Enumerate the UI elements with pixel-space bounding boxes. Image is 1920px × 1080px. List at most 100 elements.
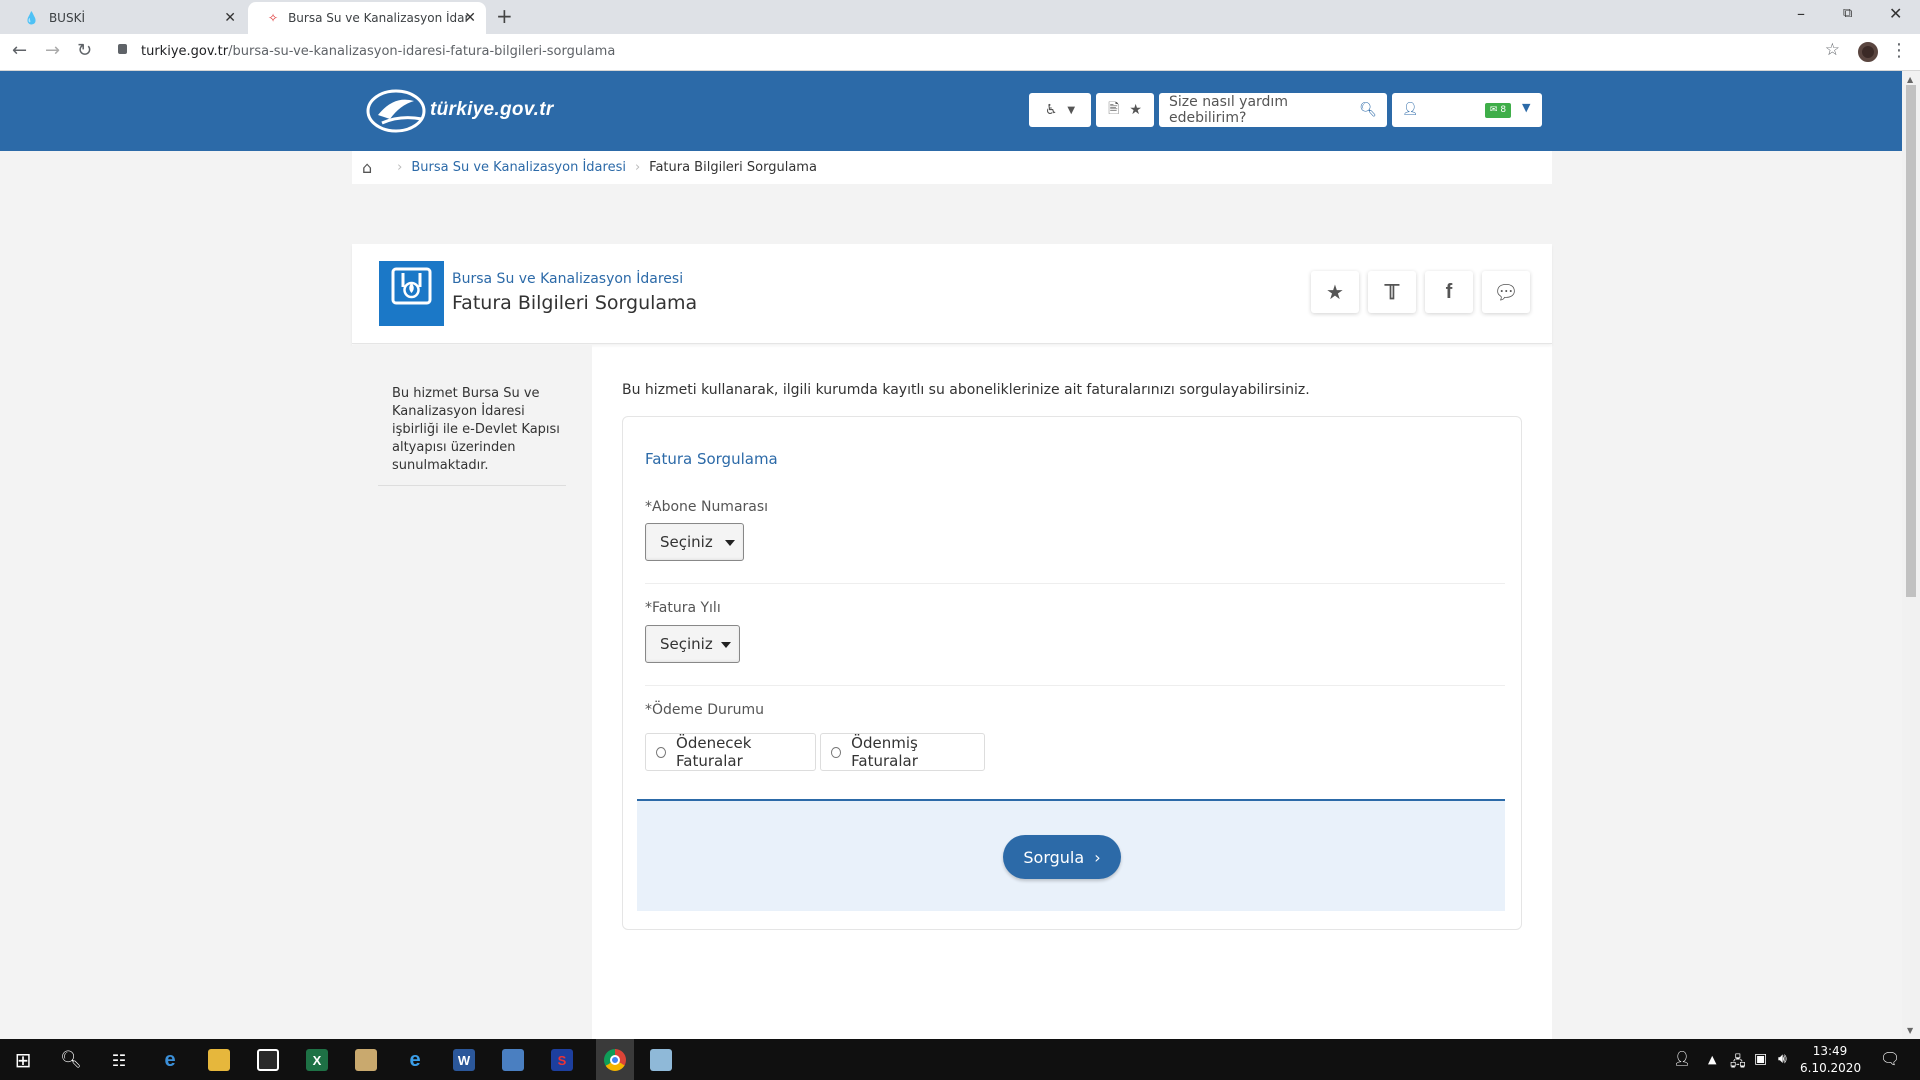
excel-icon[interactable]: X <box>302 1045 332 1075</box>
volume-icon[interactable]: 🔊︎ <box>1778 1051 1787 1067</box>
store-icon[interactable] <box>253 1045 283 1075</box>
twitter-icon: 𝕋 <box>1384 281 1400 304</box>
scrollbar-thumb[interactable] <box>1906 85 1916 597</box>
star-icon: ★ <box>1326 280 1344 304</box>
back-icon[interactable]: ← <box>12 40 27 61</box>
user-menu-button[interactable]: 👤︎ ✉ 8 ▼ <box>1392 93 1542 127</box>
chrome-icon[interactable] <box>596 1039 634 1080</box>
breadcrumb-separator: › <box>634 160 641 175</box>
id-card-icon: 🖹 <box>1108 101 1120 117</box>
home-icon[interactable]: ⌂ <box>362 158 372 177</box>
reload-icon[interactable]: ↻ <box>77 40 92 61</box>
clock-date: 6.10.2020 <box>1800 1061 1862 1075</box>
people-icon[interactable]: 👤︎ <box>1673 1051 1691 1067</box>
odeme-durumu-label: *Ödeme Durumu <box>645 702 765 718</box>
image-viewer-icon[interactable] <box>498 1045 528 1075</box>
dropdown-arrow-icon <box>725 540 735 546</box>
search-icon[interactable]: 🔍︎ <box>56 1045 86 1075</box>
address-bar: ← → ↻ turkiye.gov.tr/bursa-su-ve-kanaliz… <box>0 34 1920 71</box>
user-icon: 👤︎ <box>1402 102 1419 117</box>
system-clock[interactable]: 13:49 6.10.2020 <box>1800 1043 1862 1077</box>
sidebar-divider <box>378 485 566 486</box>
page-title: Fatura Bilgileri Sorgulama <box>452 292 698 314</box>
url-path: /bursa-su-ve-kanalizasyon-idaresi-fatura… <box>228 44 616 59</box>
breadcrumb-separator: › <box>397 160 403 175</box>
fatura-yili-label: *Fatura Yılı <box>645 600 721 616</box>
form-divider <box>645 583 1505 584</box>
radio-label: Ödenecek Faturalar <box>676 734 752 770</box>
file-explorer-icon[interactable] <box>204 1045 234 1075</box>
browser-menu-icon[interactable]: ⋮ <box>1890 40 1908 61</box>
search-icon[interactable]: 🔍︎ <box>1359 102 1377 118</box>
word-icon[interactable]: W <box>449 1045 479 1075</box>
chevron-down-icon: ▼ <box>1522 101 1531 114</box>
sorgula-button[interactable]: Sorgula › <box>1003 835 1121 879</box>
e-logo-icon <box>366 89 426 133</box>
paint-icon[interactable] <box>646 1045 676 1075</box>
sidebar-info-text: Bu hizmet Bursa Su ve Kanalizasyon İdare… <box>392 386 560 473</box>
form-title: Fatura Sorgulama <box>645 450 778 468</box>
page-scrollbar[interactable]: ▲ ▼ <box>1902 71 1920 1039</box>
turkiye-gov-logo[interactable]: türkiye.gov.tr <box>364 85 554 135</box>
chrome-logo <box>604 1048 626 1071</box>
tab-bursa-su[interactable]: ✧ Bursa Su ve Kanalizasyon İdaresi ✕ <box>248 2 486 34</box>
fatura-yili-select-value: Seçiniz <box>660 635 713 653</box>
radio-circle-icon <box>831 746 842 758</box>
breadcrumb-link-institution[interactable]: Bursa Su ve Kanalizasyon İdaresi <box>411 160 626 175</box>
mail-badge: ✉ 8 <box>1485 103 1511 118</box>
feedback-button[interactable]: 💬︎ <box>1482 271 1530 313</box>
water-drop-icon: 💧 <box>24 11 39 25</box>
browser-tab-strip: 💧 BUSKİ ✕ ✧ Bursa Su ve Kanalizasyon İda… <box>0 0 1920 34</box>
minimize-icon[interactable]: – <box>1797 4 1805 23</box>
scroll-up-icon[interactable]: ▲ <box>1907 75 1913 84</box>
logo-text: türkiye.gov.tr <box>430 99 554 120</box>
scroll-down-icon[interactable]: ▼ <box>1907 1026 1913 1035</box>
app-icon[interactable]: S <box>547 1045 577 1075</box>
close-tab-icon[interactable]: ✕ <box>224 10 236 26</box>
comment-icon: 💬︎ <box>1493 280 1519 304</box>
network-icon[interactable]: 🖧︎ <box>1730 1051 1746 1075</box>
sidebar: Bu hizmet Bursa Su ve Kanalizasyon İdare… <box>352 345 592 1048</box>
battery-icon[interactable]: ▣ <box>1754 1051 1767 1067</box>
sorgula-button-label: Sorgula <box>1023 847 1085 867</box>
breadcrumb: ⌂ › Bursa Su ve Kanalizasyon İdaresi › F… <box>352 151 1552 184</box>
show-hidden-icons-icon[interactable]: ▲ <box>1708 1053 1716 1066</box>
breadcrumb-current: Fatura Bilgileri Sorgulama <box>649 160 817 175</box>
task-view-icon[interactable]: ☷ <box>104 1045 134 1075</box>
edge-icon[interactable]: e <box>155 1045 185 1075</box>
restore-icon[interactable]: ⧉ <box>1843 6 1852 21</box>
abone-select-value: Seçiniz <box>660 533 713 551</box>
service-header: BUSKİ Bursa Su ve Kanalizasyon İdaresi F… <box>352 244 1552 344</box>
favorite-button[interactable]: ★ <box>1311 271 1359 313</box>
radio-odenecek-faturalar[interactable]: Ödenecek Faturalar <box>645 733 816 771</box>
bookmark-star-icon[interactable]: ☆ <box>1825 40 1840 60</box>
radio-odenmis-faturalar[interactable]: Ödenmiş Faturalar <box>820 733 985 771</box>
accessibility-button[interactable]: ♿ ▼ <box>1029 93 1091 127</box>
tab-buski[interactable]: 💧 BUSKİ ✕ <box>4 2 246 34</box>
twitter-share-button[interactable]: 𝕋 <box>1368 271 1416 313</box>
chevron-down-icon: ▼ <box>1067 104 1076 116</box>
profile-avatar[interactable] <box>1858 42 1878 62</box>
notification-center-icon[interactable]: 🗨︎ <box>1880 1049 1900 1068</box>
url-field[interactable]: turkiye.gov.tr/bursa-su-ve-kanalizasyon-… <box>141 44 615 59</box>
search-input[interactable]: Size nasıl yardım edebilirim? <box>1169 94 1359 126</box>
fatura-yili-select[interactable]: Seçiniz <box>645 625 740 663</box>
close-window-icon[interactable]: ✕ <box>1889 4 1902 23</box>
turkiye-gov-favicon-icon: ✧ <box>268 11 279 25</box>
institution-name[interactable]: Bursa Su ve Kanalizasyon İdaresi <box>452 271 683 287</box>
close-tab-icon[interactable]: ✕ <box>464 10 476 26</box>
facebook-share-button[interactable]: f <box>1425 271 1473 313</box>
windows-taskbar: ⊞ 🔍︎ ☷ e X e W S 👤︎ ▲ 🖧︎ ▣ 🔊︎ 13:49 6.10… <box>0 1039 1920 1080</box>
photos-app-icon[interactable] <box>351 1045 381 1075</box>
lock-icon <box>118 44 127 54</box>
form-divider <box>645 685 1505 686</box>
new-tab-icon[interactable]: + <box>496 4 513 28</box>
forward-icon[interactable]: → <box>45 40 60 61</box>
abone-select[interactable]: Seçiniz <box>645 523 744 561</box>
radio-label: Ödenmiş Faturalar <box>851 734 918 770</box>
search-box[interactable]: Size nasıl yardım edebilirim? 🔍︎ <box>1159 93 1387 127</box>
windows-start-icon[interactable]: ⊞ <box>8 1045 38 1075</box>
internet-explorer-icon[interactable]: e <box>400 1045 430 1075</box>
mail-count: 8 <box>1500 105 1507 115</box>
favorites-button[interactable]: 🖹 ★ <box>1096 93 1154 127</box>
